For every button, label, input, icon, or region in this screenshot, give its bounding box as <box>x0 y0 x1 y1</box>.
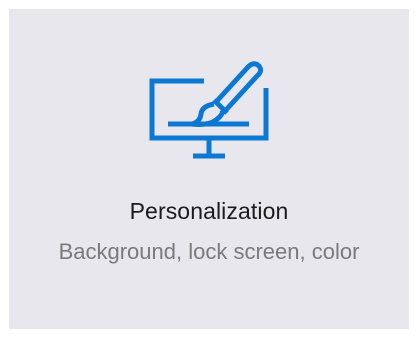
tile-description: Background, lock screen, color <box>58 239 360 264</box>
personalization-icon <box>144 56 274 166</box>
personalization-tile[interactable]: Personalization Background, lock screen,… <box>9 9 409 329</box>
tile-title: Personalization <box>129 198 289 224</box>
